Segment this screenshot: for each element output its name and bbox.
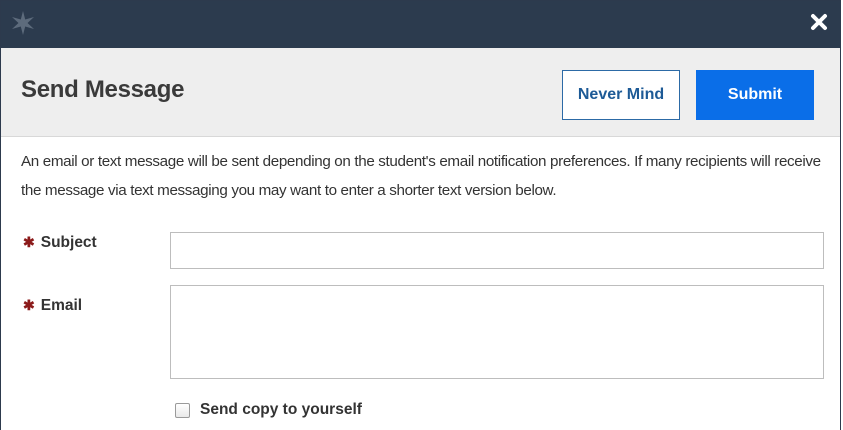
send-copy-option[interactable]: Send copy to yourself [175,399,362,421]
required-marker-icon: ✱ [23,297,35,313]
dialog-title: Send Message [21,76,185,103]
subject-input[interactable] [170,232,824,269]
description-text: An email or text message will be sent de… [21,153,821,199]
email-textarea[interactable] [170,285,824,379]
submit-button[interactable]: Submit [696,70,814,120]
subject-label: ✱ Subject [23,234,97,252]
dialog-header: Send Message Never Mind Submit [1,48,840,137]
never-mind-button[interactable]: Never Mind [562,70,680,120]
email-label-text: Email [40,297,83,314]
subject-label-text: Subject [40,234,97,251]
send-copy-label: Send copy to yourself [200,401,362,418]
dialog-titlebar [1,1,840,48]
star-logo-icon [12,11,34,35]
close-icon[interactable] [808,11,830,33]
send-message-dialog: Send Message Never Mind Submit An email … [0,0,841,430]
email-label: ✱ Email [23,297,82,315]
send-copy-checkbox[interactable] [175,402,190,418]
required-marker-icon: ✱ [23,234,35,250]
